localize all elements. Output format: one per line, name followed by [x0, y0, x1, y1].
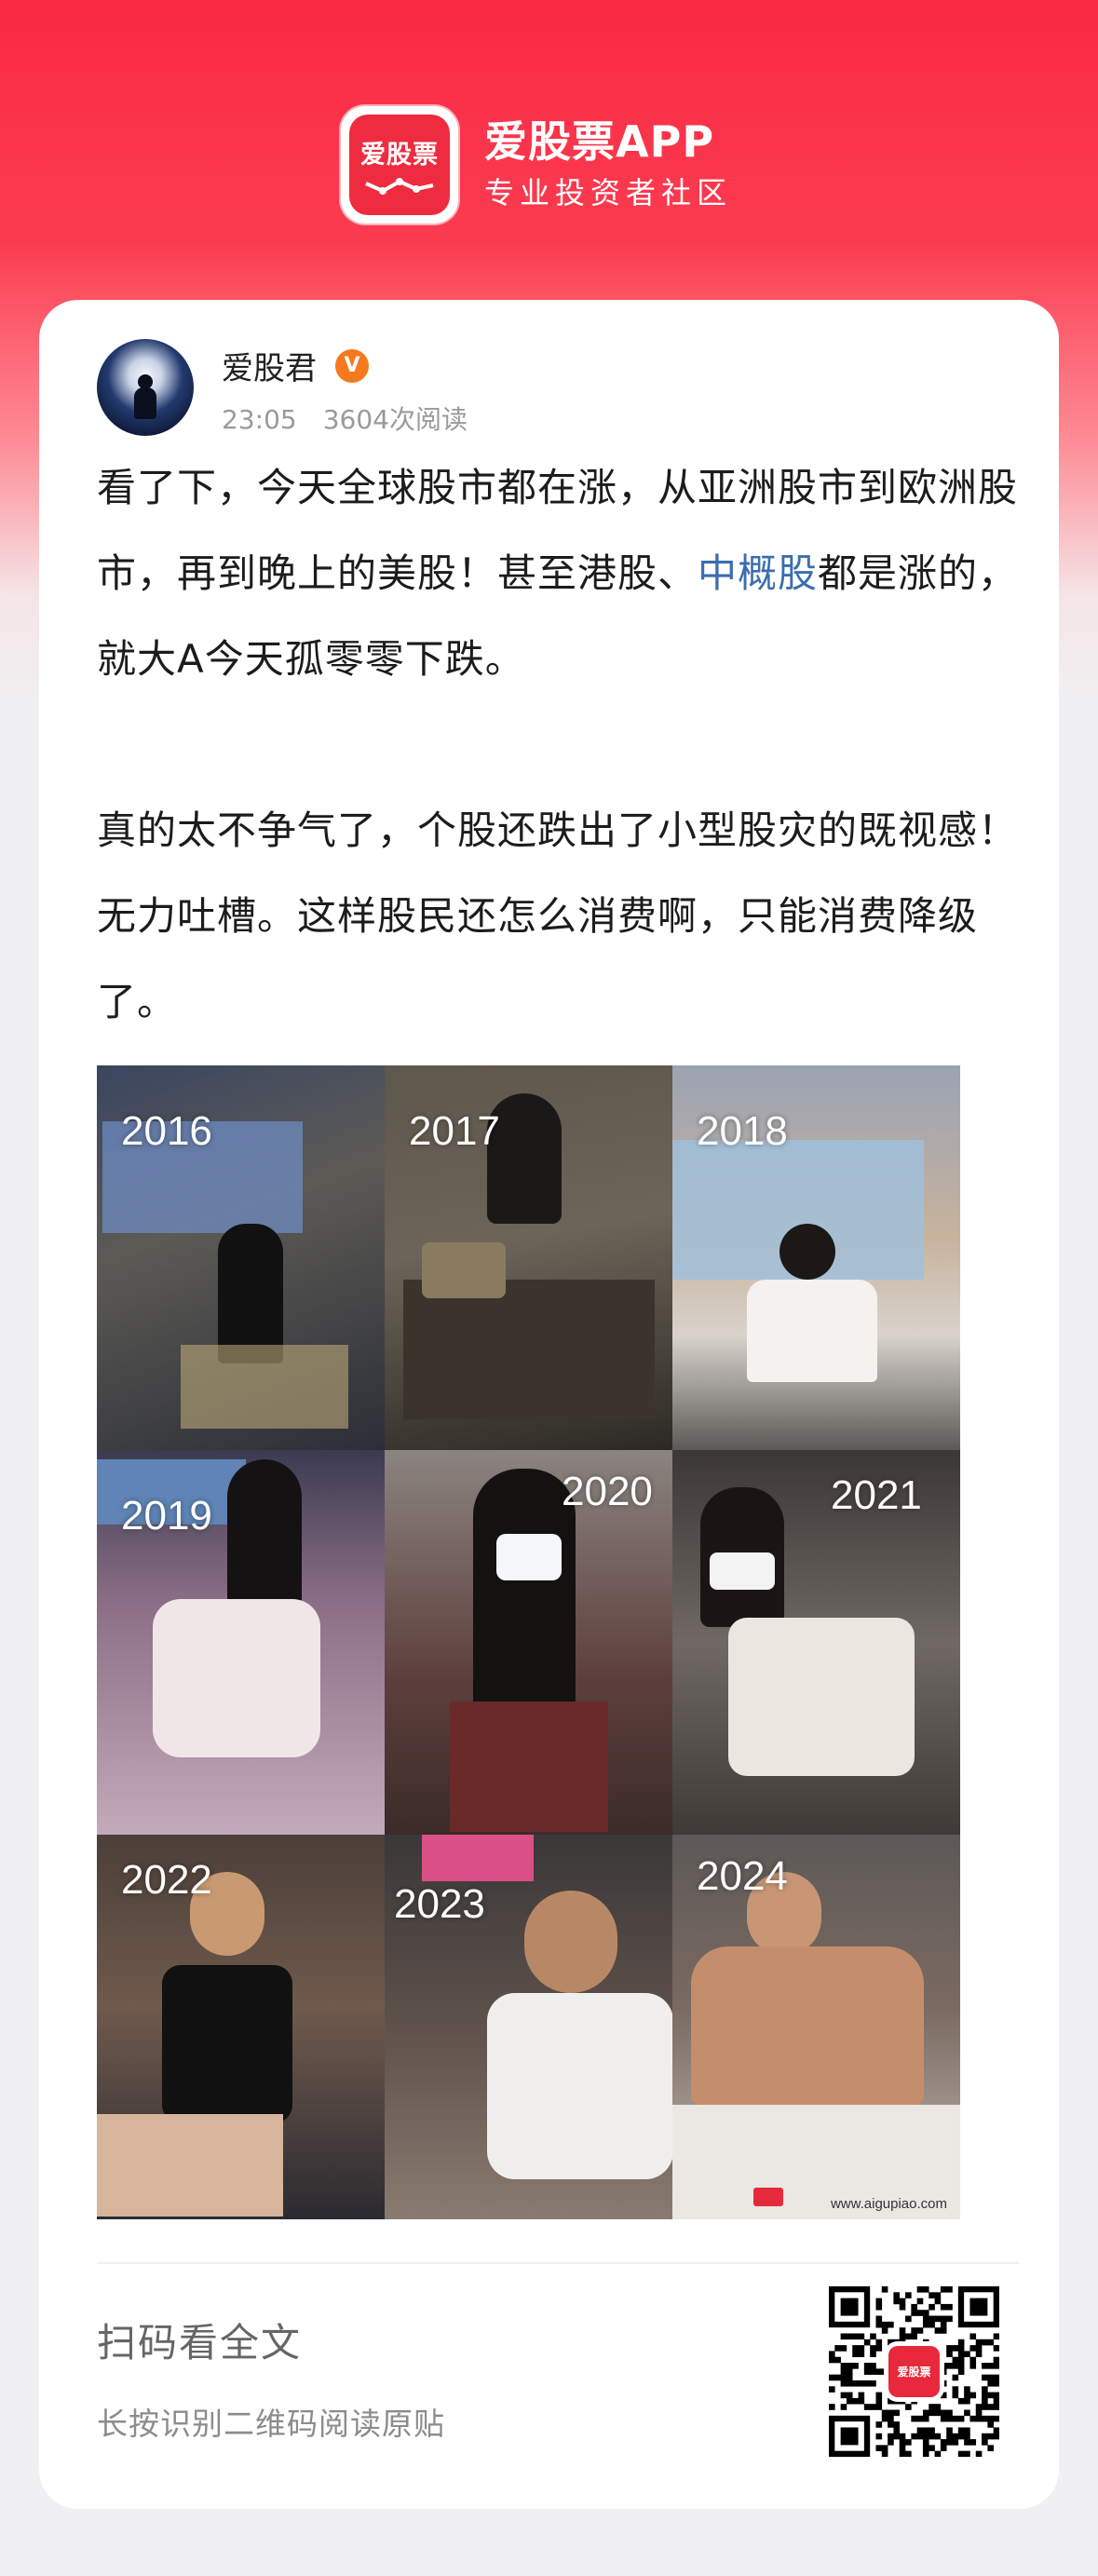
divider: [97, 2262, 1019, 2264]
verified-badge-icon: V: [335, 348, 369, 383]
app-name: 爱股票APP: [484, 116, 715, 167]
year-label: 2021: [831, 1472, 922, 1518]
year-label: 2024: [697, 1853, 788, 1899]
brand-header: 爱股票 爱股票APP 专业投资者社区: [341, 104, 732, 225]
post-body: 看了下，今天全球股市都在涨，从亚洲股市到欧洲股市，再到晚上的美股！甚至港股、中概…: [97, 445, 1019, 1045]
year-label: 2023: [394, 1881, 485, 1927]
scan-title: 扫码看全文: [97, 2320, 303, 2366]
photo-2022[interactable]: 2022: [97, 1835, 385, 2219]
photo-collage[interactable]: 2016 2017 2018 2019 2020 2021 2022 2023 …: [97, 1065, 960, 2219]
paragraph-1: 看了下，今天全球股市都在涨，从亚洲股市到欧洲股市，再到晚上的美股！甚至港股、中概…: [97, 445, 1019, 702]
scan-subtitle: 长按识别二维码阅读原贴: [97, 2406, 445, 2442]
photo-2020[interactable]: 2020: [385, 1450, 672, 1835]
app-slogan: 专业投资者社区: [484, 175, 733, 210]
author-name[interactable]: 爱股君: [222, 343, 317, 388]
stock-tag-link[interactable]: 中概股: [698, 550, 818, 596]
year-label: 2018: [697, 1108, 788, 1154]
year-label: 2022: [121, 1857, 212, 1903]
photo-2016[interactable]: 2016: [97, 1065, 385, 1450]
photo-2019[interactable]: 2019: [97, 1450, 385, 1835]
photo-2024[interactable]: 2024 www.aigupiao.com: [672, 1835, 960, 2219]
trend-line-icon: [365, 177, 434, 195]
photo-2023[interactable]: 2023: [385, 1835, 672, 2219]
image-watermark: www.aigupiao.com: [830, 2196, 947, 2212]
year-label: 2020: [562, 1469, 653, 1514]
app-logo: 爱股票: [341, 106, 458, 224]
photo-2021[interactable]: 2021: [672, 1450, 960, 1835]
post-meta: 23:05 3604次阅读: [222, 400, 468, 437]
author-row: 爱股君 V 23:05 3604次阅读: [97, 339, 468, 437]
watermark-logo: [753, 2188, 783, 2206]
photo-2018[interactable]: 2018: [672, 1065, 960, 1450]
photo-2017[interactable]: 2017: [385, 1065, 672, 1450]
post-time: 23:05: [222, 404, 297, 435]
qr-code[interactable]: 爱股票: [829, 2286, 1000, 2458]
year-label: 2019: [121, 1493, 212, 1539]
avatar[interactable]: [97, 339, 194, 436]
post-card: 爱股君 V 23:05 3604次阅读 看了下，今天全球股市都在涨，从亚洲股市到欧…: [39, 300, 1059, 2509]
app-logo-text: 爱股票: [360, 140, 439, 169]
year-label: 2017: [409, 1108, 500, 1154]
year-label: 2016: [121, 1108, 212, 1154]
paragraph-2: 真的太不争气了，个股还跌出了小型股灾的既视感！无力吐槽。这样股民还怎么消费啊，只…: [97, 807, 1019, 1024]
view-count: 3604次阅读: [322, 404, 468, 435]
qr-center-logo: 爱股票: [888, 2346, 940, 2397]
